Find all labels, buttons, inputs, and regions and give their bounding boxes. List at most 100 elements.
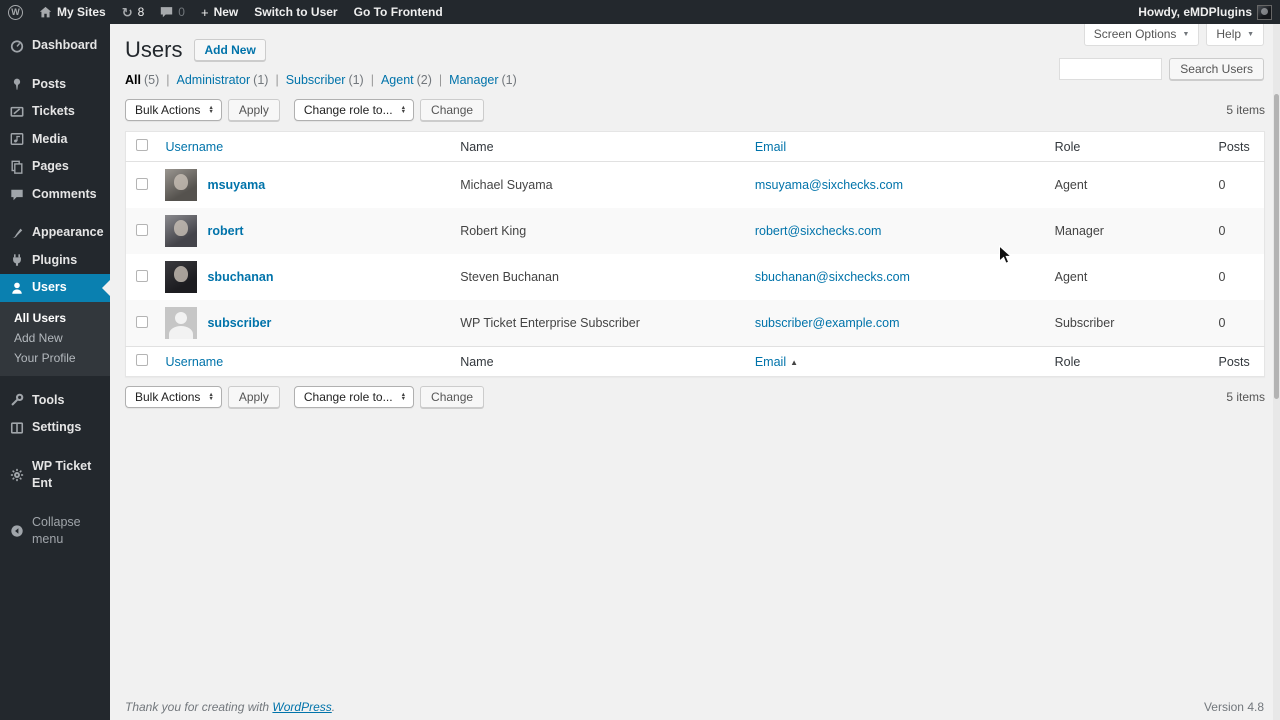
sidebar-item-users[interactable]: Users — [0, 274, 110, 302]
sidebar-item-media[interactable]: Media — [0, 126, 110, 154]
table-footer-header-row: Username Name Email ▲ Role Posts — [125, 346, 1265, 377]
user-name: Michael Suyama — [460, 178, 553, 193]
plugin-icon — [9, 253, 24, 268]
howdy-account-menu[interactable]: Howdy, eMDPlugins — [1130, 0, 1280, 24]
pushpin-icon — [9, 77, 24, 92]
comments-bubble-icon — [160, 6, 173, 18]
comments-count: 0 — [178, 5, 185, 19]
user-email-link[interactable]: subscriber@example.com — [755, 316, 900, 330]
scrollbar-track[interactable] — [1273, 24, 1280, 720]
row-checkbox[interactable] — [136, 223, 148, 236]
row-checkbox[interactable] — [136, 269, 148, 282]
ticket-icon — [9, 104, 24, 119]
users-submenu: All Users Add New Your Profile — [0, 301, 110, 376]
user-email-link[interactable]: msuyama@sixchecks.com — [755, 178, 903, 192]
sidebar-item-comments[interactable]: Comments — [0, 181, 110, 209]
username-link[interactable]: msuyama — [207, 178, 265, 192]
submenu-your-profile[interactable]: Your Profile — [0, 348, 110, 368]
table-header-row: Username Name Email Role Posts — [125, 131, 1265, 163]
footer-thanks: Thank you for creating with WordPress. — [125, 700, 336, 714]
apply-button[interactable]: Apply — [227, 99, 280, 122]
user-email-link[interactable]: sbuchanan@sixchecks.com — [755, 270, 910, 284]
sidebar-item-appearance[interactable]: Appearance — [0, 219, 110, 247]
posts-header: Posts — [1208, 346, 1265, 377]
collapse-menu-button[interactable]: Collapse menu — [0, 509, 110, 554]
role-header: Role — [1044, 131, 1209, 163]
sort-username-header[interactable]: Username — [165, 355, 223, 369]
admin-menu: Dashboard Posts Tickets Media Pages Comm… — [0, 24, 110, 720]
row-checkbox[interactable] — [136, 177, 148, 190]
dashboard-icon — [9, 38, 24, 53]
sidebar-item-pages[interactable]: Pages — [0, 153, 110, 181]
submenu-add-new[interactable]: Add New — [0, 328, 110, 348]
sidebar-item-wp-ticket-ent[interactable]: WP Ticket Ent — [0, 453, 110, 498]
role-header: Role — [1044, 346, 1209, 377]
help-tab[interactable]: Help ▼ — [1206, 24, 1264, 46]
change-role-select[interactable]: Change role to... ▲ ▼ — [293, 99, 415, 122]
user-role: Subscriber — [1054, 316, 1115, 331]
settings-icon — [9, 420, 24, 435]
go-to-frontend-link[interactable]: Go To Frontend — [346, 0, 451, 24]
username-link[interactable]: sbuchanan — [207, 270, 273, 284]
version-label: Version 4.8 — [1203, 700, 1264, 714]
user-email-link[interactable]: robert@sixchecks.com — [755, 224, 882, 238]
filter-subscriber[interactable]: Subscriber — [286, 73, 346, 87]
add-new-button[interactable]: Add New — [194, 39, 266, 62]
sort-email-header[interactable]: Email — [755, 355, 786, 369]
user-row-msuyama: msuyama Michael Suyama msuyama@sixchecks… — [126, 162, 1265, 209]
page-title: Users — [125, 37, 183, 62]
pages-icon — [9, 159, 24, 174]
scrollbar-thumb[interactable] — [1274, 94, 1279, 399]
select-arrows-icon: ▲ ▼ — [400, 104, 407, 116]
wordpress-link[interactable]: WordPress — [272, 700, 331, 714]
sidebar-item-settings[interactable]: Settings — [0, 414, 110, 442]
items-count: 5 items — [1226, 390, 1265, 405]
bulk-actions-select[interactable]: Bulk Actions ▲ ▼ — [125, 99, 222, 122]
search-users-input[interactable] — [1059, 58, 1163, 80]
updates-indicator[interactable]: ↻ 8 — [114, 0, 153, 24]
sidebar-item-tools[interactable]: Tools — [0, 387, 110, 415]
user-role: Agent — [1054, 178, 1088, 193]
username-link[interactable]: subscriber — [207, 316, 271, 330]
row-checkbox[interactable] — [136, 315, 148, 328]
username-link[interactable]: robert — [207, 224, 243, 238]
filter-administrator[interactable]: Administrator — [177, 73, 251, 87]
filter-agent[interactable]: Agent — [381, 73, 414, 87]
user-row-sbuchanan: sbuchanan Steven Buchanan sbuchanan@sixc… — [126, 254, 1265, 300]
apply-button[interactable]: Apply — [227, 386, 280, 409]
select-arrows-icon: ▲ ▼ — [208, 104, 214, 116]
wordpress-logo-icon: W — [8, 4, 23, 20]
new-content-menu[interactable]: + New — [193, 0, 246, 24]
user-role: Agent — [1054, 270, 1088, 285]
filter-manager[interactable]: Manager — [449, 73, 498, 87]
sidebar-item-plugins[interactable]: Plugins — [0, 247, 110, 275]
sort-ascending-icon: ▲ — [790, 357, 799, 367]
search-users-button[interactable]: Search Users — [1169, 58, 1264, 80]
tablenav-top: Bulk Actions ▲ ▼ Apply Change role to... … — [125, 97, 1265, 123]
gear-icon — [9, 468, 24, 483]
updates-icon: ↻ — [121, 4, 133, 20]
user-name: Robert King — [460, 224, 527, 239]
user-posts: 0 — [1218, 270, 1226, 285]
comments-indicator[interactable]: 0 — [152, 0, 193, 24]
sidebar-item-posts[interactable]: Posts — [0, 71, 110, 99]
select-all-checkbox[interactable] — [136, 139, 148, 152]
search-users-form: Search Users — [1059, 58, 1264, 80]
screen-meta-links: Screen Options ▼ Help ▼ — [1083, 24, 1264, 46]
screen-options-tab[interactable]: Screen Options ▼ — [1083, 24, 1200, 46]
wordpress-logo-menu[interactable]: W — [0, 0, 31, 24]
admin-footer: Thank you for creating with WordPress. V… — [125, 700, 1264, 714]
select-all-checkbox[interactable] — [136, 354, 148, 367]
sidebar-item-tickets[interactable]: Tickets — [0, 98, 110, 126]
submenu-all-users[interactable]: All Users — [0, 308, 110, 328]
change-button[interactable]: Change — [420, 386, 485, 409]
my-sites-menu[interactable]: My Sites — [31, 0, 114, 24]
switch-to-user-link[interactable]: Switch to User — [246, 0, 345, 24]
change-button[interactable]: Change — [420, 99, 485, 122]
filter-all[interactable]: All — [125, 73, 141, 87]
bulk-actions-select[interactable]: Bulk Actions ▲ ▼ — [125, 386, 222, 409]
change-role-select[interactable]: Change role to... ▲ ▼ — [293, 386, 415, 409]
sort-email-header[interactable]: Email — [755, 140, 786, 154]
sidebar-item-dashboard[interactable]: Dashboard — [0, 32, 110, 60]
sort-username-header[interactable]: Username — [165, 140, 223, 154]
